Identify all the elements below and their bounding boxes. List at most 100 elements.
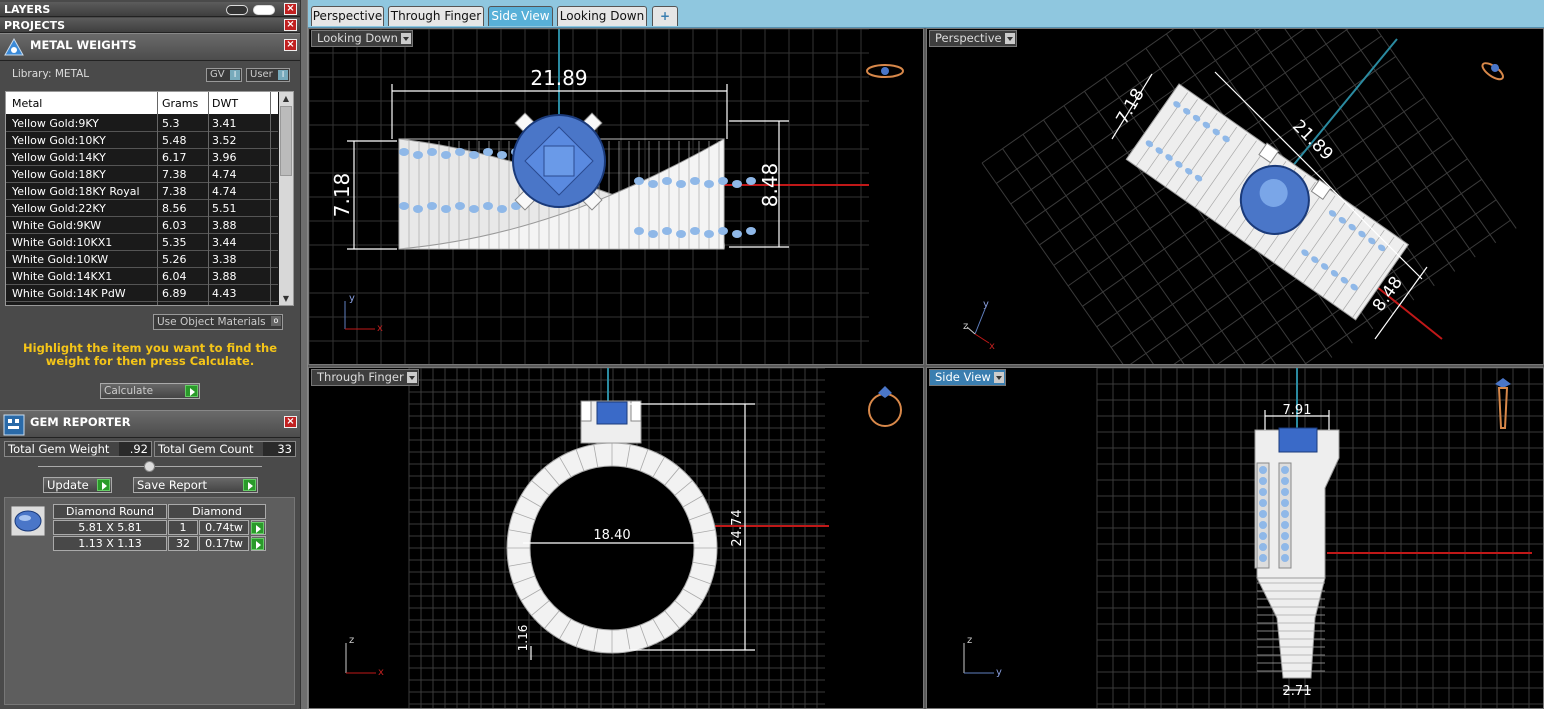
- gem-count-cell: 1: [168, 520, 198, 535]
- axis-gizmo: y z x: [963, 299, 995, 352]
- scroll-thumb[interactable]: [280, 106, 292, 176]
- tab-perspective[interactable]: Perspective: [311, 6, 384, 26]
- gem-row-go-button[interactable]: [251, 520, 266, 535]
- viewport-menu-side-view[interactable]: Side View: [929, 369, 1006, 386]
- metal-weights-icon: [4, 37, 24, 56]
- play-icon: [185, 385, 198, 397]
- metal-row[interactable]: White Gold:10KX1 5.35 3.44: [6, 234, 278, 251]
- viewport-menu-looking-down[interactable]: Looking Down: [311, 30, 413, 47]
- user-toggle[interactable]: User I: [246, 68, 290, 82]
- metal-name: White Gold:14KX1: [12, 270, 113, 283]
- gem-type-header: Diamond: [168, 504, 266, 519]
- play-icon: [251, 538, 264, 550]
- dropdown-icon: [400, 33, 411, 44]
- total-gem-weight-value: .92: [119, 442, 151, 456]
- close-icon[interactable]: ×: [284, 416, 297, 428]
- instruction-message: Highlight the item you want to find the …: [23, 341, 277, 368]
- gem-size-cell: 5.81 X 5.81: [53, 520, 167, 535]
- eye-icon[interactable]: [253, 5, 275, 15]
- close-icon[interactable]: ×: [284, 39, 297, 51]
- metal-name: Yellow Gold:14KY: [12, 151, 106, 164]
- dwt-value: 3.52: [212, 134, 237, 147]
- tab-looking-down[interactable]: Looking Down: [557, 6, 647, 26]
- svg-text:x: x: [378, 667, 384, 678]
- svg-text:y: y: [996, 667, 1002, 678]
- viewport-menu-perspective[interactable]: Perspective: [929, 30, 1017, 47]
- metal-row[interactable]: Yellow Gold:9KY 5.3 3.41: [6, 115, 278, 132]
- shank-thickness-dimension: 1.16: [516, 625, 530, 652]
- gv-toggle[interactable]: GV I: [206, 68, 242, 82]
- splitter-handle[interactable]: [144, 461, 155, 472]
- inner-diameter-dimension: 18.40: [593, 528, 630, 543]
- close-icon[interactable]: ×: [284, 19, 297, 31]
- toggle-icon: o: [271, 316, 281, 326]
- save-report-button[interactable]: Save Report: [133, 477, 258, 493]
- side-panel: LAYERS × PROJECTS × METAL WEIGHTS × Libr…: [0, 0, 300, 709]
- svg-text:y: y: [349, 293, 355, 304]
- calculate-button[interactable]: Calculate: [100, 383, 200, 399]
- depth-dimension: 8.48: [758, 163, 782, 208]
- dwt-value: 3.96: [212, 151, 237, 164]
- tab-through-finger[interactable]: Through Finger: [388, 6, 484, 26]
- svg-text:x: x: [377, 323, 383, 334]
- column-divider: [208, 92, 209, 305]
- add-tab-icon[interactable]: +: [652, 6, 678, 26]
- metal-row[interactable]: Yellow Gold:18KY Royal 7.38 4.74: [6, 183, 278, 200]
- total-gem-weight-field: Total Gem Weight .92: [4, 441, 152, 457]
- column-divider: [270, 92, 271, 305]
- metal-table-scrollbar[interactable]: ▲ ▼: [279, 92, 293, 305]
- height-dimension: 24.74: [730, 509, 745, 546]
- metal-row[interactable]: Yellow Gold:10KY 5.48 3.52: [6, 132, 278, 149]
- viewport-perspective[interactable]: 7.18 21.89 8.48 y z x Perspective: [926, 28, 1544, 365]
- dwt-value: 3.88: [212, 219, 237, 232]
- axis-line: [1281, 38, 1398, 180]
- dwt-value: 3.41: [212, 117, 237, 130]
- gem-list: Diamond Round Diamond 5.81 X 5.81 1 0.74…: [4, 497, 295, 705]
- metal-row[interactable]: Yellow Gold:22KY 8.56 5.51: [6, 200, 278, 217]
- gem-reporter-header: GEM REPORTER ×: [0, 410, 300, 438]
- update-button[interactable]: Update: [43, 477, 112, 493]
- shank-width-dimension: 2.71: [1283, 684, 1312, 699]
- total-gem-count-field: Total Gem Count 33: [154, 441, 296, 457]
- visibility-toggle-icon[interactable]: [226, 5, 248, 15]
- metal-row[interactable]: White Gold:10KW 5.26 3.38: [6, 251, 278, 268]
- tab-side-view[interactable]: Side View: [488, 6, 553, 26]
- dwt-value: 3.44: [212, 236, 237, 249]
- close-icon[interactable]: ×: [284, 3, 297, 15]
- viewport-looking-down[interactable]: 21.89 7.18 8.48 y x Looking Down: [308, 28, 924, 365]
- viewport-menu-through-finger[interactable]: Through Finger: [311, 369, 419, 386]
- metal-name: Yellow Gold:22KY: [12, 202, 106, 215]
- view-orientation-icon: [868, 386, 902, 427]
- grams-value: 5.35: [162, 236, 187, 249]
- viewport-side-view[interactable]: 7.91 2.71 z y Side View: [926, 367, 1544, 709]
- use-object-materials-toggle[interactable]: Use Object Materials o: [153, 314, 283, 330]
- looking-down-canvas: 21.89 7.18 8.48 y x: [309, 29, 904, 364]
- axis-gizmo: y x: [344, 293, 383, 334]
- toggle-icon: I: [230, 70, 240, 80]
- perspective-canvas: 7.18 21.89 8.48 y z x: [963, 29, 1517, 364]
- metal-name: White Gold:9KW: [12, 219, 102, 232]
- gem-row-go-button[interactable]: [251, 536, 266, 551]
- metal-row[interactable]: Yellow Gold:14KY 6.17 3.96: [6, 149, 278, 166]
- dwt-value: 3.88: [212, 270, 237, 283]
- metal-row[interactable]: White Gold:14K PdW 6.89 4.43: [6, 285, 278, 302]
- metal-row[interactable]: White Gold:9KW 6.03 3.88: [6, 217, 278, 234]
- scroll-up-icon[interactable]: ▲: [279, 92, 293, 105]
- viewport-through-finger[interactable]: 18.40 24.74 1.16 z x Through Finger: [308, 367, 924, 709]
- projects-header[interactable]: PROJECTS ×: [0, 18, 300, 33]
- width-dimension: 21.89: [530, 66, 587, 90]
- grams-value: 7.38: [162, 168, 187, 181]
- layers-header[interactable]: LAYERS ×: [0, 2, 300, 17]
- metal-name: Yellow Gold:10KY: [12, 134, 106, 147]
- gem-reporter-icon: [3, 414, 25, 436]
- metal-table[interactable]: Metal Grams DWT Yellow Gold:9KY 5.3 3.41 Ye…: [5, 91, 294, 306]
- dwt-value: 5.51: [212, 202, 237, 215]
- scroll-down-icon[interactable]: ▼: [279, 292, 293, 305]
- metal-row[interactable]: White Gold:14KX1 6.04 3.88: [6, 268, 278, 285]
- metal-row[interactable]: Yellow Gold:18KY 7.38 4.74: [6, 166, 278, 183]
- panel-splitter[interactable]: [300, 0, 308, 709]
- svg-text:z: z: [963, 321, 968, 332]
- dwt-value: 3.38: [212, 253, 237, 266]
- play-icon: [251, 522, 264, 534]
- grams-value: 6.03: [162, 219, 187, 232]
